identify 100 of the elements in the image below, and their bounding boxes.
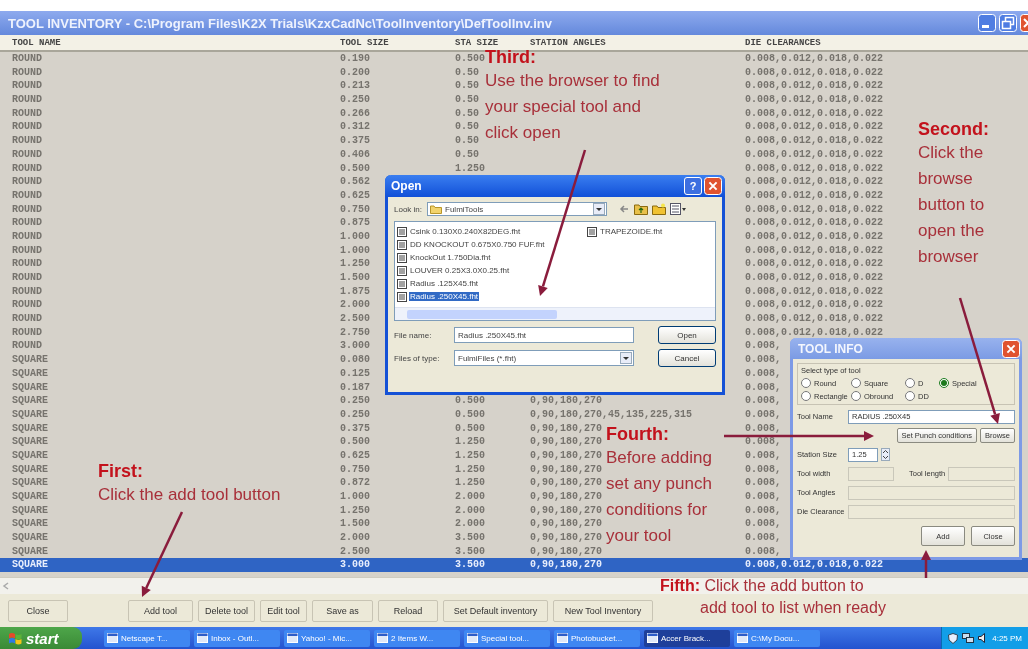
toolbar-button[interactable]: Delete tool (198, 599, 255, 622)
cancel-button[interactable]: Cancel (658, 349, 716, 367)
table-cell: 1.500 (340, 517, 370, 532)
table-cell: 0.50 (455, 93, 479, 107)
open-button[interactable]: Open (658, 326, 716, 344)
table-cell: 0.008, (745, 435, 781, 449)
table-cell: 0.187 (340, 380, 370, 395)
table-cell: 0,90,180,270 (530, 421, 602, 436)
table-cell: 0.500 (340, 161, 370, 176)
toolbar-button[interactable]: Set Default inventory (443, 599, 548, 622)
window-icon (287, 633, 298, 643)
table-cell: ROUND (12, 188, 42, 203)
table-cell: 0,90,180,270 (530, 448, 602, 463)
spinner-icon[interactable] (881, 448, 890, 461)
help-button[interactable]: ? (684, 177, 702, 195)
window-title: TOOL INVENTORY - C:\Program Files\K2X Trials\KzxCadNc\ToolInventory\DefToolInv.inv (8, 15, 552, 31)
column-header[interactable]: TOOL NAME (12, 37, 61, 48)
radio-button[interactable] (905, 391, 915, 401)
radio-button[interactable] (801, 391, 811, 401)
table-cell: 0,90,180,270 (530, 544, 602, 559)
table-cell: 0.008,0.012,0.018,0.022 (745, 65, 884, 80)
column-header[interactable]: TOOL SIZE (340, 37, 389, 48)
back-arrow-icon[interactable] (618, 203, 631, 215)
table-cell: 0.008,0.012,0.018,0.022 (745, 298, 884, 313)
file-item[interactable]: Radius .125X45.fht (409, 279, 480, 288)
file-item[interactable]: DD KNOCKOUT 0.675X0.750 FUF.fht (409, 240, 546, 249)
radio-button[interactable] (801, 378, 811, 388)
table-cell: ROUND (12, 175, 42, 189)
taskbar-item[interactable]: 2 Items W... (374, 629, 460, 647)
table-cell: 2.500 (340, 544, 370, 559)
taskbar-item[interactable]: Yahoo! - Mic... (284, 629, 370, 647)
file-item[interactable]: Radius .250X45.fht (409, 292, 480, 301)
close-icon[interactable] (1002, 339, 1020, 358)
radio-button[interactable] (851, 391, 861, 401)
table-cell: 0.250 (340, 394, 370, 408)
toolbar-button[interactable]: Add tool (128, 599, 193, 622)
horizontal-scrollbar[interactable] (395, 307, 715, 320)
table-cell: 0,90,180,270 (530, 435, 602, 449)
table-cell: 1.250 (455, 462, 485, 477)
file-icon (397, 265, 407, 276)
taskbar-item[interactable]: C:\My Docu... (734, 629, 820, 647)
table-cell: 0.50 (455, 79, 479, 94)
table-cell: ROUND (12, 93, 42, 107)
radio-button[interactable] (939, 378, 949, 388)
taskbar-item[interactable]: Inbox - Outl... (194, 629, 280, 647)
taskbar-item[interactable]: Accer Brack... (644, 629, 730, 647)
radio-button[interactable] (905, 378, 915, 388)
taskbar-item[interactable]: Special tool... (464, 629, 550, 647)
table-cell: ROUND (12, 65, 42, 80)
minimize-icon[interactable] (978, 14, 996, 32)
look-in-dropdown[interactable]: FulmiTools (427, 202, 608, 216)
window-icon (737, 633, 748, 643)
toolbar-button[interactable]: Save as (312, 599, 373, 622)
table-cell: 2.000 (455, 517, 485, 532)
callout-text: Use the browser to find your special tool and click open (485, 70, 660, 144)
column-header[interactable]: DIE CLEARANCES (745, 37, 821, 48)
table-cell: 2.000 (455, 490, 485, 504)
table-cell: 0.008, (745, 394, 781, 408)
table-cell: 0.008,0.012,0.018,0.022 (745, 229, 884, 244)
table-cell: 0.266 (340, 106, 370, 121)
table-cell: 3.500 (455, 544, 485, 559)
table-cell: 0.008, (745, 531, 781, 545)
new-folder-icon[interactable] (652, 203, 667, 215)
table-cell: ROUND (12, 79, 42, 94)
file-item[interactable]: TRAPEZOIDE.fht (599, 227, 664, 236)
file-name-field[interactable]: Radius .250X45.fht (454, 327, 634, 343)
toolbar-button[interactable]: New Tool Inventory (553, 599, 653, 622)
table-cell: 0.008,0.012,0.018,0.022 (745, 216, 884, 230)
file-type-dropdown[interactable]: FulmiFiles (*.fht) (454, 350, 634, 366)
column-header[interactable]: STATION ANGLES (530, 37, 606, 48)
table-cell: 0.008,0.012,0.018,0.022 (745, 120, 884, 135)
toolbar-button[interactable]: Edit tool (260, 599, 307, 622)
file-item[interactable]: LOUVER 0.25X3.0X0.25.fht (409, 266, 511, 275)
taskbar-item[interactable]: Photobucket... (554, 629, 640, 647)
file-item[interactable]: KnockOut 1.750Dia.fht (409, 253, 492, 262)
toolbar-button[interactable]: Close (8, 599, 68, 622)
radio-button[interactable] (851, 378, 861, 388)
close-icon[interactable] (1020, 14, 1028, 32)
file-item[interactable]: Csink 0.130X0.240X82DEG.fht (409, 227, 522, 236)
table-cell: ROUND (12, 243, 42, 258)
table-cell: SQUARE (12, 394, 48, 408)
table-cell: 0.008,0.012,0.018,0.022 (745, 243, 884, 258)
close-icon[interactable] (704, 177, 722, 195)
taskbar-item[interactable]: Netscape T... (104, 629, 190, 647)
column-header[interactable]: STA SIZE (455, 37, 499, 48)
start-button[interactable]: start (0, 627, 82, 649)
scrollbar-thumb[interactable] (407, 309, 557, 319)
table-cell: 0.008,0.012,0.018,0.022 (745, 558, 884, 573)
table-cell: SQUARE (12, 407, 48, 422)
table-cell: SQUARE (12, 421, 48, 436)
view-menu-icon[interactable] (670, 203, 687, 215)
table-cell: 1.250 (340, 257, 370, 271)
toolbar-button[interactable]: Reload (378, 599, 438, 622)
restore-icon[interactable] (999, 14, 1017, 32)
horizontal-scrollbar[interactable] (0, 577, 1028, 594)
table-cell: ROUND (12, 339, 42, 354)
up-folder-icon[interactable] (634, 203, 649, 215)
table-cell: ROUND (12, 325, 42, 340)
table-cell: 0.008,0.012,0.018,0.022 (745, 93, 884, 107)
selected-table-row[interactable]: SQUARE 3.000 3.500 0,90,180,270 0.008,0.012,0.018,0.022 (0, 558, 1028, 573)
